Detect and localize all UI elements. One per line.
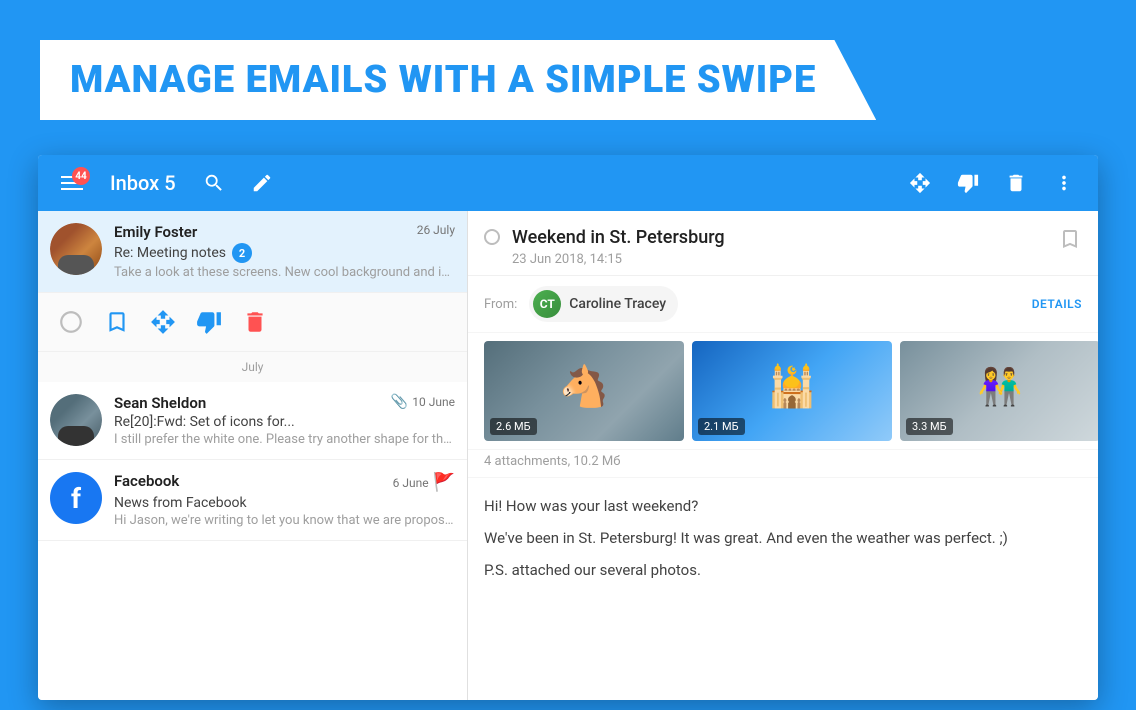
email-date-sean: 📎 10 June [391, 394, 455, 410]
move-button[interactable] [898, 161, 942, 205]
attachment-label-1: 2.6 МБ [490, 418, 537, 435]
app-window: 44 Inbox 5 [38, 155, 1098, 700]
compose-button[interactable] [240, 161, 284, 205]
email-body-sean: Sean Sheldon 📎 10 June Re[20]:Fwd: Set o… [114, 394, 455, 447]
from-label: From: [484, 297, 517, 312]
email-detail: Weekend in St. Petersburg 23 Jun 2018, 1… [468, 211, 1098, 700]
menu-button[interactable]: 44 [50, 161, 94, 205]
email-date-facebook: 6 June 🚩 [393, 472, 455, 493]
flag-icon: 🚩 [433, 472, 455, 493]
delete-swipe-button[interactable] [242, 309, 268, 335]
avatar-emily [50, 223, 102, 275]
inbox-title: Inbox 5 [110, 171, 176, 195]
sender-chip[interactable]: CT Caroline Tracey [529, 286, 678, 322]
sender-name-sean: Sean Sheldon [114, 394, 206, 412]
attachment-thumb-2[interactable]: 2.1 МБ [692, 341, 892, 441]
email-item-facebook[interactable]: f Facebook 6 June 🚩 News from Facebook H… [38, 460, 467, 541]
email-body-text: Hi! How was your last weekend? We've bee… [468, 478, 1098, 598]
email-preview-facebook: Hi Jason, we're writing to let you know … [114, 513, 455, 528]
unread-badge-emily: 2 [232, 243, 252, 263]
toolbar-right [898, 161, 1086, 205]
email-list: Emily Foster 26 July Re: Meeting notes 2… [38, 211, 468, 700]
thumbsdown-button[interactable] [946, 161, 990, 205]
email-preview-emily: Take a look at these screens. New cool b… [114, 265, 455, 280]
attachments-row: 2.6 МБ 2.1 МБ 3.3 МБ 2.6 [468, 333, 1098, 450]
attachment-thumb-3[interactable]: 3.3 МБ [900, 341, 1098, 441]
email-item-emily[interactable]: Emily Foster 26 July Re: Meeting notes 2… [38, 211, 467, 293]
sender-avatar-small: CT [533, 290, 561, 318]
attachment-label-3: 3.3 МБ [906, 418, 953, 435]
mark-button[interactable] [58, 309, 84, 335]
email-subject-emily: Re: Meeting notes 2 [114, 243, 455, 263]
email-header-emily: Emily Foster 26 July [114, 223, 455, 241]
email-header-sean: Sean Sheldon 📎 10 June [114, 394, 455, 412]
body-line-4: P.S. attached our several photos. [484, 558, 1082, 582]
avatar-facebook: f [50, 472, 102, 524]
delete-button[interactable] [994, 161, 1038, 205]
email-date-emily: 26 July [417, 223, 455, 237]
email-subject-title: Weekend in St. Petersburg [512, 227, 1058, 248]
email-subject-sean: Re[20]:Fwd: Set of icons for... [114, 414, 455, 430]
thumbsdown-swipe-button[interactable] [196, 309, 222, 335]
more-button[interactable] [1042, 161, 1086, 205]
attachments-info: 4 attachments, 10.2 Мб [468, 450, 1098, 478]
toolbar-left-icons [192, 161, 284, 205]
email-subject-bar: Weekend in St. Petersburg 23 Jun 2018, 1… [468, 211, 1098, 276]
date-separator: July [38, 352, 467, 382]
toolbar: 44 Inbox 5 [38, 155, 1098, 211]
content: Emily Foster 26 July Re: Meeting notes 2… [38, 211, 1098, 700]
toolbar-left: 44 Inbox 5 [50, 161, 898, 205]
sender-chip-name: Caroline Tracey [569, 296, 666, 312]
move-swipe-button[interactable] [150, 309, 176, 335]
email-header-facebook: Facebook 6 June 🚩 [114, 472, 455, 493]
sender-name-emily: Emily Foster [114, 223, 197, 241]
subject-info: Weekend in St. Petersburg 23 Jun 2018, 1… [512, 227, 1058, 267]
attachment-icon: 📎 [391, 394, 408, 410]
banner: MANAGE EMAILS WITH A SIMPLE SWIPE [0, 0, 1136, 160]
avatar-sean [50, 394, 102, 446]
email-subject-date: 23 Jun 2018, 14:15 [512, 252, 1058, 267]
body-line-1: Hi! How was your last weekend? [484, 494, 1082, 518]
bookmark-icon[interactable] [1058, 227, 1082, 257]
attachment-label-2: 2.1 МБ [698, 418, 745, 435]
swipe-actions [38, 293, 467, 352]
details-link[interactable]: DETAILS [1032, 297, 1082, 311]
email-subject-facebook: News from Facebook [114, 495, 455, 511]
email-body-facebook: Facebook 6 June 🚩 News from Facebook Hi … [114, 472, 455, 528]
body-line-2: We've been in St. Petersburg! It was gre… [484, 526, 1082, 550]
banner-title: MANAGE EMAILS WITH A SIMPLE SWIPE [70, 58, 816, 102]
email-preview-sean: I still prefer the white one. Please try… [114, 432, 455, 447]
email-item-sean[interactable]: Sean Sheldon 📎 10 June Re[20]:Fwd: Set o… [38, 382, 467, 460]
from-row: From: CT Caroline Tracey DETAILS [468, 276, 1098, 333]
search-button[interactable] [192, 161, 236, 205]
sender-name-facebook: Facebook [114, 472, 179, 490]
banner-title-wrap: MANAGE EMAILS WITH A SIMPLE SWIPE [40, 40, 876, 120]
email-body-emily: Emily Foster 26 July Re: Meeting notes 2… [114, 223, 455, 280]
attachment-thumb-1[interactable]: 2.6 МБ [484, 341, 684, 441]
read-status-indicator [484, 229, 500, 245]
inbox-badge: 44 [72, 167, 90, 185]
bookmark-button[interactable] [104, 309, 130, 335]
